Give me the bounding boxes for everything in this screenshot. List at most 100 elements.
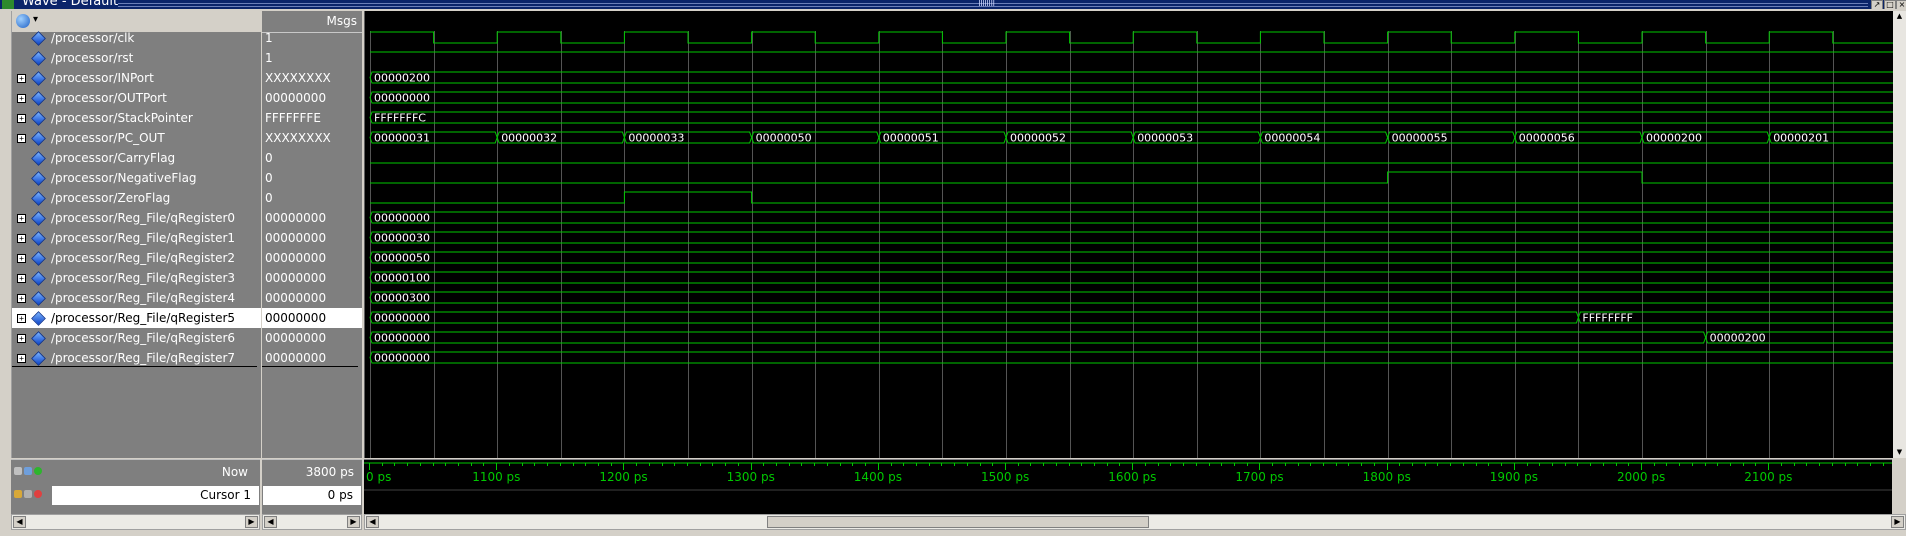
insert-cursor-icon[interactable] — [34, 467, 42, 475]
signal-row[interactable]: /processor/clk — [12, 28, 261, 48]
cursor-label: Cursor 1 — [200, 488, 251, 502]
delete-cursor-icon[interactable] — [34, 490, 42, 498]
signal-diamond-icon — [31, 151, 46, 166]
add-cursor-icon[interactable] — [14, 467, 22, 475]
scroll-down-icon[interactable]: ▼ — [1894, 447, 1905, 458]
signal-diamond-icon — [31, 331, 46, 346]
expand-toggle-icon[interactable]: + — [17, 314, 26, 323]
signal-value-row[interactable]: 0 — [262, 168, 362, 188]
time-tick-label: 1800 ps — [1363, 470, 1411, 484]
qRegister5-value-label: 00000000 — [374, 312, 430, 325]
scroll-left-icon[interactable]: ◀ — [264, 516, 277, 528]
cursor-name-field[interactable]: Cursor 1 — [52, 486, 259, 505]
PC_OUT-value-label: 00000054 — [1264, 132, 1320, 145]
signal-value-row[interactable]: 1 — [262, 28, 362, 48]
wave-pane-hscroll[interactable]: ◀ ▶ — [364, 514, 1906, 530]
signal-value-row[interactable]: 00000000 — [262, 228, 362, 248]
expand-toggle-icon[interactable]: + — [17, 334, 26, 343]
lock-cursor-icon[interactable] — [14, 490, 22, 498]
signal-value: FFFFFFFE — [265, 111, 321, 125]
expand-toggle-icon[interactable]: + — [17, 294, 26, 303]
signal-value-row[interactable]: 00000000 — [262, 348, 362, 368]
signal-row[interactable]: /processor/rst — [12, 48, 261, 68]
expand-toggle-icon[interactable]: + — [17, 234, 26, 243]
signal-row[interactable]: + /processor/Reg_File/qRegister6 — [12, 328, 261, 348]
scroll-left-icon[interactable]: ◀ — [13, 516, 26, 528]
chevron-down-icon[interactable]: ▾ — [33, 14, 38, 25]
edit-cursor-icon[interactable] — [24, 467, 32, 475]
pencil-icon[interactable] — [24, 490, 32, 498]
signal-value: 00000000 — [265, 231, 327, 245]
signal-value-row[interactable]: 0 — [262, 188, 362, 208]
signal-row[interactable]: + /processor/Reg_File/qRegister4 — [12, 288, 261, 308]
signal-row[interactable]: /processor/ZeroFlag — [12, 188, 261, 208]
waveform-pane[interactable]: 00000200 00000000 FFFFFFFC 00000031 00000032… — [364, 11, 1893, 458]
signal-row[interactable]: + /processor/OUTPort — [12, 88, 261, 108]
scroll-thumb[interactable] — [767, 516, 1149, 528]
signal-value-row[interactable]: 1 — [262, 48, 362, 68]
qRegister1-value-label: 00000030 — [374, 232, 430, 245]
expand-toggle-icon[interactable]: + — [17, 214, 26, 223]
signal-row[interactable]: + /processor/Reg_File/qRegister0 — [12, 208, 261, 228]
expand-toggle-icon[interactable]: + — [17, 74, 26, 83]
signal-row[interactable]: + /processor/Reg_File/qRegister3 — [12, 268, 261, 288]
expand-toggle-icon[interactable]: + — [17, 254, 26, 263]
signal-row[interactable]: + /processor/Reg_File/qRegister5 — [12, 308, 261, 328]
signal-row[interactable]: /processor/CarryFlag — [12, 148, 261, 168]
signal-value: 00000000 — [265, 211, 327, 225]
cursor-time-field[interactable]: 0 ps — [263, 486, 361, 505]
scroll-left-icon[interactable]: ◀ — [366, 516, 379, 528]
scroll-right-icon[interactable]: ▶ — [1891, 516, 1904, 528]
signal-name-pane[interactable]: ▾ /processor/clk/processor/rst + /processo… — [11, 11, 261, 458]
scroll-up-icon[interactable]: ▲ — [1894, 11, 1905, 22]
signal-row[interactable]: + /processor/StackPointer — [12, 108, 261, 128]
signal-value-row[interactable]: XXXXXXXX — [262, 68, 362, 88]
signal-value-row[interactable]: 00000000 — [262, 208, 362, 228]
signal-value-row[interactable]: 0 — [262, 148, 362, 168]
signal-row[interactable]: + /processor/Reg_File/qRegister2 — [12, 248, 261, 268]
signal-row[interactable]: + /processor/INPort — [12, 68, 261, 88]
expand-toggle-icon[interactable]: + — [17, 134, 26, 143]
PC_OUT-value-label: 00000051 — [883, 132, 939, 145]
signal-value: 0 — [265, 171, 273, 185]
signal-row[interactable]: + /processor/Reg_File/qRegister1 — [12, 228, 261, 248]
waveform-canvas[interactable]: 00000200 00000000 FFFFFFFC 00000031 00000032… — [365, 11, 1893, 458]
signal-value-row[interactable]: 00000000 — [262, 248, 362, 268]
time-tick-label: 1200 ps — [599, 470, 647, 484]
undock-button[interactable]: ↗ — [1871, 0, 1883, 9]
time-axis[interactable]: 0 ps 1100 ps 1200 ps 1300 ps 1400 ps 1500 ps 1… — [364, 459, 1892, 514]
signal-value-row[interactable]: XXXXXXXX — [262, 128, 362, 148]
signal-value-row[interactable]: 00000000 — [262, 288, 362, 308]
expand-toggle-icon[interactable]: + — [17, 354, 26, 363]
value-pane-hscroll[interactable]: ◀ ▶ — [262, 514, 362, 530]
signal-value-row[interactable]: 00000000 — [262, 268, 362, 288]
vertical-scrollbar[interactable]: ▲ ▼ — [1893, 11, 1906, 458]
maximize-button[interactable]: □ — [1884, 0, 1896, 9]
signal-value-pane[interactable]: Msgs 1 1 XXXXXXXX 00000000 FFFFFFFE XXXXXXXX 0… — [262, 11, 362, 458]
cursor-value: 0 ps — [327, 488, 353, 502]
signal-value-row[interactable]: 00000000 — [262, 308, 362, 328]
time-tick-label: 1100 ps — [472, 470, 520, 484]
signal-row[interactable]: + /processor/PC_OUT — [12, 128, 261, 148]
signal-diamond-icon — [31, 311, 46, 326]
wave-globe-icon[interactable] — [16, 14, 30, 28]
signal-value-row[interactable]: 00000000 — [262, 88, 362, 108]
name-pane-hscroll[interactable]: ◀ ▶ — [11, 514, 260, 530]
time-tick-label: 0 ps — [366, 470, 391, 484]
expand-toggle-icon[interactable]: + — [17, 114, 26, 123]
signal-name: /processor/Reg_File/qRegister3 — [51, 271, 236, 285]
signal-diamond-icon — [31, 271, 46, 286]
expand-toggle-icon[interactable]: + — [17, 94, 26, 103]
signal-name: /processor/clk — [51, 31, 135, 45]
time-tick-label: 1900 ps — [1490, 470, 1538, 484]
signal-row[interactable]: /processor/NegativeFlag — [12, 168, 261, 188]
scroll-right-icon[interactable]: ▶ — [347, 516, 360, 528]
signal-row[interactable]: + /processor/Reg_File/qRegister7 — [12, 348, 261, 368]
close-button[interactable]: × — [1896, 0, 1906, 9]
window-title-bar[interactable]: Wave - Default |||||||| ↗ □ × — [0, 0, 1906, 9]
signal-value-row[interactable]: 00000000 — [262, 328, 362, 348]
scroll-right-icon[interactable]: ▶ — [245, 516, 258, 528]
signal-value-row[interactable]: FFFFFFFE — [262, 108, 362, 128]
expand-toggle-icon[interactable]: + — [17, 274, 26, 283]
grip-handle-icon[interactable]: |||||||| — [978, 0, 995, 7]
